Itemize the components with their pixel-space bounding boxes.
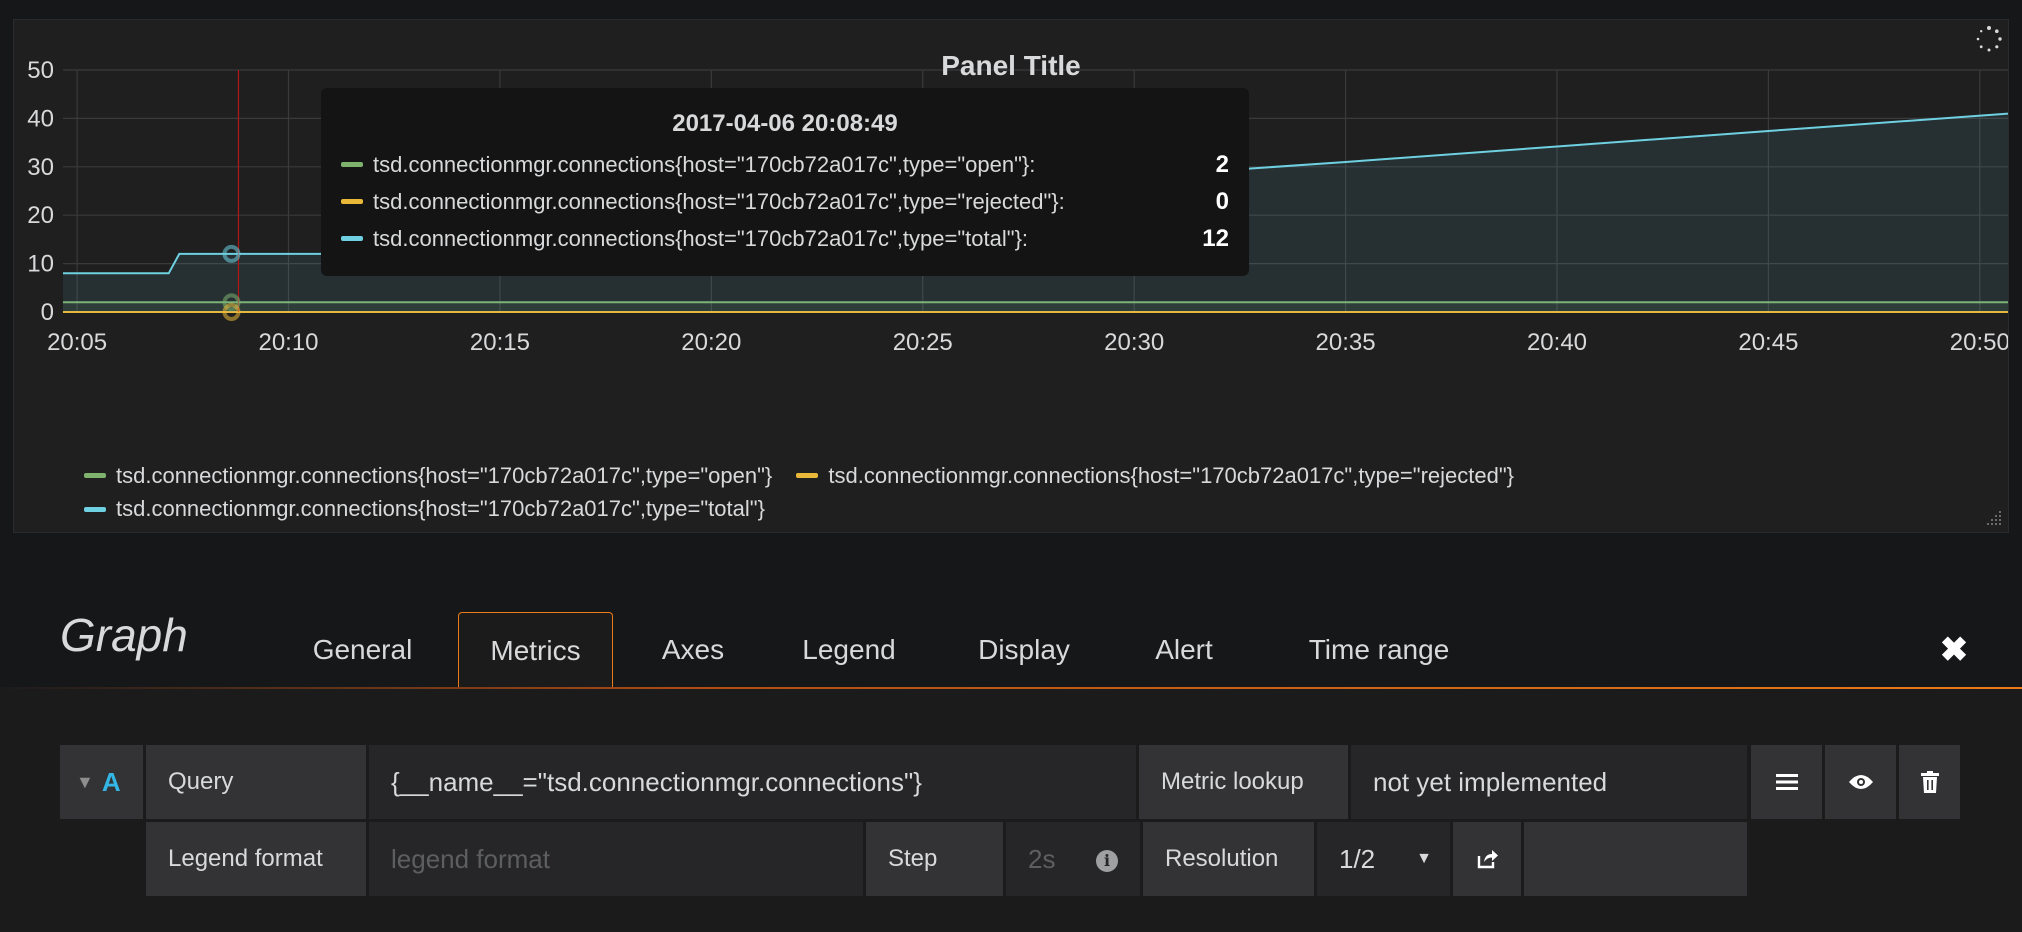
tab-general[interactable]: General	[285, 612, 440, 687]
tooltip-row: tsd.connectionmgr.connections{host="170c…	[341, 220, 1229, 257]
x-tick-label: 20:40	[1527, 329, 1587, 356]
tooltip-series-value: 12	[1202, 224, 1229, 252]
series-color-swatch[interactable]	[84, 473, 106, 478]
series-color-swatch[interactable]	[84, 506, 106, 512]
y-tick-label: 20	[27, 202, 54, 229]
x-tick-label: 20:45	[1738, 329, 1798, 356]
x-tick-label: 20:10	[258, 329, 318, 356]
tooltip-series-name: tsd.connectionmgr.connections{host="170c…	[373, 151, 1036, 177]
metric-lookup-input[interactable]: not yet implemented	[1351, 745, 1747, 819]
query-ref-id[interactable]: A	[102, 767, 121, 798]
legend-format-label: Legend format	[146, 822, 366, 896]
y-tick-label: 0	[41, 299, 54, 326]
editor-title: Graph	[60, 609, 188, 661]
tooltip-series-name: tsd.connectionmgr.connections{host="170c…	[373, 188, 1065, 214]
share-icon[interactable]	[1453, 822, 1521, 896]
legend-label[interactable]: tsd.connectionmgr.connections{host="170c…	[116, 496, 765, 522]
y-tick-label: 30	[27, 154, 54, 181]
tab-axes[interactable]: Axes	[631, 612, 755, 687]
close-icon[interactable]: ✖	[1936, 632, 1972, 668]
series-color-swatch[interactable]	[796, 473, 819, 478]
graph-panel: 0 10 20 30 40 50 20:05 20:10 20:15 20:20 20:25 20:3…	[13, 19, 2009, 533]
graph-legend: tsd.connectionmgr.connections{host="170c…	[84, 458, 1964, 525]
y-tick-label: 40	[27, 105, 54, 132]
x-tick-label: 20:30	[1104, 329, 1164, 356]
tooltip-row: tsd.connectionmgr.connections{host="170c…	[341, 183, 1229, 220]
tooltip-row: tsd.connectionmgr.connections{host="170c…	[341, 146, 1229, 183]
step-input[interactable]: 2s i	[1006, 822, 1140, 896]
query-ref-toggle[interactable]: ▼ A	[60, 745, 143, 819]
legend-item-total[interactable]: tsd.connectionmgr.connections{host="170c…	[84, 493, 765, 525]
y-tick-label: 10	[27, 251, 54, 278]
legend-item-rejected[interactable]: tsd.connectionmgr.connections{host="170c…	[796, 460, 1514, 492]
query-label: Query	[146, 745, 366, 819]
x-tick-label: 20:05	[47, 329, 107, 356]
trash-icon[interactable]	[1899, 745, 1960, 819]
legend-item-open[interactable]: tsd.connectionmgr.connections{host="170c…	[84, 460, 772, 492]
series-color-swatch	[341, 236, 363, 241]
legend-format-input[interactable]: legend format	[369, 822, 863, 896]
panel-title[interactable]: Panel Title	[14, 50, 2008, 82]
tooltip-series-value: 0	[1215, 187, 1229, 215]
step-placeholder[interactable]: 2s	[1028, 844, 1055, 875]
x-tick-label: 20:35	[1316, 329, 1376, 356]
metrics-editor: ▼ A Query {__name__="tsd.connectionmgr.c…	[0, 689, 2022, 932]
tab-legend[interactable]: Legend	[773, 612, 925, 687]
tab-display[interactable]: Display	[944, 612, 1104, 687]
loading-spinner-icon	[1976, 26, 2002, 52]
tooltip-series-value: 2	[1215, 150, 1229, 178]
tooltip-series-name: tsd.connectionmgr.connections{host="170c…	[373, 225, 1029, 251]
legend-label[interactable]: tsd.connectionmgr.connections{host="170c…	[116, 463, 772, 489]
tab-alert[interactable]: Alert	[1123, 612, 1245, 687]
series-color-swatch	[341, 162, 363, 167]
tab-time-range[interactable]: Time range	[1263, 612, 1495, 687]
tooltip-time: 2017-04-06 20:08:49	[672, 110, 898, 137]
tab-metrics[interactable]: Metrics	[458, 612, 613, 689]
caret-down-icon[interactable]: ▼	[76, 772, 94, 793]
x-tick-label: 20:25	[893, 329, 953, 356]
resolution-value[interactable]: 1/2	[1339, 844, 1375, 875]
resolution-label: Resolution	[1143, 822, 1314, 896]
step-label: Step	[866, 822, 1003, 896]
series-color-swatch	[341, 199, 363, 204]
caret-down-icon[interactable]: ▼	[1416, 850, 1432, 868]
graph-tooltip: 2017-04-06 20:08:49 tsd.connectionmgr.co…	[321, 88, 1249, 276]
x-tick-label: 20:50	[1950, 329, 2008, 356]
legend-label[interactable]: tsd.connectionmgr.connections{host="170c…	[828, 463, 1514, 489]
metric-lookup-label: Metric lookup	[1139, 745, 1348, 819]
eye-icon[interactable]	[1825, 745, 1896, 819]
resolution-select[interactable]: 1/2 ▼	[1317, 822, 1450, 896]
x-tick-label: 20:20	[681, 329, 741, 356]
row-filler	[1524, 822, 1747, 896]
info-icon[interactable]: i	[1096, 850, 1118, 872]
x-tick-label: 20:15	[470, 329, 530, 356]
query-input[interactable]: {__name__="tsd.connectionmgr.connections…	[369, 745, 1136, 819]
menu-icon[interactable]	[1751, 745, 1822, 819]
resize-handle-icon[interactable]	[1984, 508, 2004, 528]
